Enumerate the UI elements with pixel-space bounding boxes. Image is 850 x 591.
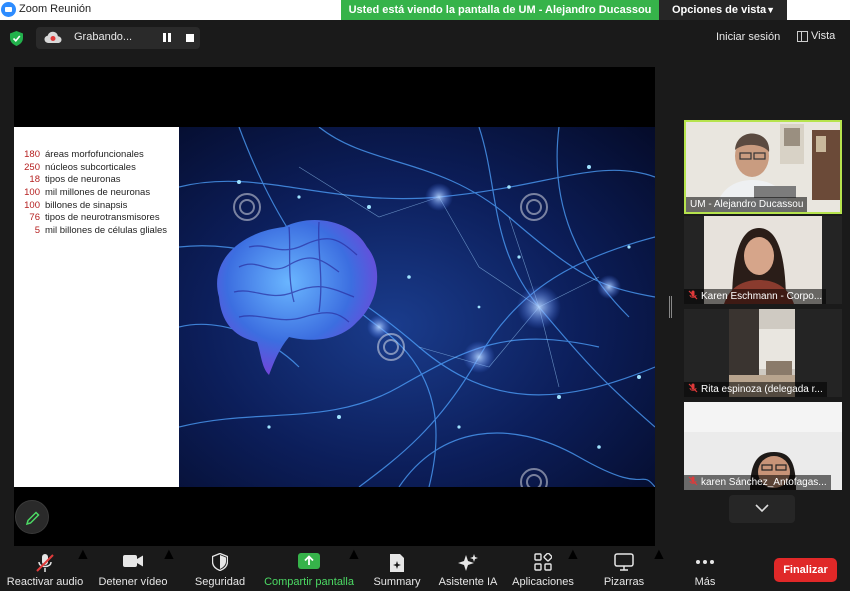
more-button[interactable]: Más: [680, 546, 730, 591]
video-options-caret[interactable]: ▲: [161, 546, 177, 591]
sign-in-button[interactable]: Iniciar sesión: [716, 31, 780, 43]
security-shield-icon: [212, 553, 228, 571]
meeting-top-bar: Grabando... Iniciar sesión Vista: [0, 20, 850, 56]
fact-text: núcleos subcorticales: [45, 161, 136, 173]
fact-number: 76: [29, 212, 40, 224]
fact-number: 250: [24, 161, 40, 173]
view-options-label: Opciones de vista: [672, 4, 767, 16]
participants-scroll-down-button[interactable]: [729, 495, 795, 523]
more-label: Más: [694, 576, 716, 588]
fact-item: 180 áreas morfofuncionales: [14, 149, 179, 162]
view-label: Vista: [811, 30, 836, 42]
share-screen-button[interactable]: Compartir pantalla: [258, 546, 360, 591]
apps-icon: [534, 553, 552, 571]
participant-tile[interactable]: Rita espinoza (delegada r...: [684, 309, 842, 397]
view-button[interactable]: Vista: [795, 30, 835, 42]
muted-mic-icon: [36, 554, 54, 572]
fact-text: mil billones de células gliales: [45, 225, 167, 237]
zoom-window: Zoom Reunión Usted está viendo la pantal…: [0, 0, 850, 591]
participant-name: Karen Eschmann - Corpo...: [684, 289, 827, 304]
video-camera-icon: [123, 555, 143, 567]
participant-tile[interactable]: karen Sánchez_Antofagas...: [684, 402, 842, 490]
shared-screen: 180 áreas morfofuncionales 250 núcleos sub…: [14, 67, 655, 547]
summary-button[interactable]: Summary: [366, 546, 428, 591]
more-dots-icon: [696, 560, 714, 564]
fact-text: tipos de neuronas: [45, 174, 121, 186]
fact-number: 180: [24, 149, 40, 160]
slide-facts-list: 180 áreas morfofuncionales 250 núcleos sub…: [14, 127, 179, 487]
cloud-record-icon: [44, 31, 62, 43]
zoom-logo-icon: [1, 2, 16, 17]
pencil-icon: [25, 511, 40, 526]
recording-label: Grabando...: [74, 31, 133, 43]
ai-companion-label: Asistente IA: [438, 576, 498, 588]
security-shield-icon[interactable]: [10, 31, 23, 46]
fact-number: 18: [29, 174, 40, 186]
fact-item: 5 mil billones de células gliales: [14, 225, 179, 238]
participant-tile[interactable]: UM - Alejandro Ducassou: [684, 120, 842, 214]
sparkle-icon: [458, 554, 478, 571]
share-screen-label: Compartir pantalla: [264, 576, 354, 588]
participant-name-text: Karen Eschmann - Corpo...: [701, 291, 823, 302]
participant-name: Rita espinoza (delegada r...: [684, 382, 827, 397]
security-button[interactable]: Seguridad: [188, 546, 252, 591]
participant-name-text: Rita espinoza (delegada r...: [701, 384, 823, 395]
whiteboards-options-caret[interactable]: ▲: [651, 546, 667, 591]
pause-recording-icon[interactable]: [162, 33, 172, 43]
unmute-label: Reactivar audio: [6, 576, 84, 588]
participant-name-text: karen Sánchez_Antofagas...: [701, 477, 827, 488]
fact-number: 5: [34, 225, 40, 237]
recording-indicator: Grabando...: [36, 27, 200, 49]
share-options-caret[interactable]: ▲: [346, 546, 362, 591]
share-screen-icon: [298, 553, 320, 569]
chevron-down-icon: ▼: [766, 5, 775, 15]
window-title: Zoom Reunión: [19, 3, 92, 15]
fact-item: 100 billones de sinapsis: [14, 200, 179, 213]
end-meeting-button[interactable]: Finalizar: [774, 558, 837, 582]
fact-item: 100 mil millones de neuronas: [14, 187, 179, 200]
participant-name: UM - Alejandro Ducassou: [686, 197, 808, 212]
meeting-toolbar: Reactivar audio ▲ Detener vídeo ▲ Seguri…: [0, 546, 850, 591]
fact-number: 100: [24, 199, 40, 211]
whiteboard-icon: [614, 553, 634, 571]
presentation-slide: 180 áreas morfofuncionales 250 núcleos sub…: [14, 127, 655, 487]
fact-text: áreas morfofuncionales: [45, 149, 144, 160]
fact-text: tipos de neurotransmisores: [45, 212, 160, 224]
apps-options-caret[interactable]: ▲: [565, 546, 581, 591]
muted-mic-icon: [688, 476, 698, 486]
grid-view-icon: [797, 31, 808, 42]
audio-options-caret[interactable]: ▲: [75, 546, 91, 591]
whiteboards-button[interactable]: Pizarras: [596, 546, 652, 591]
whiteboards-label: Pizarras: [603, 576, 645, 588]
title-bar: Zoom Reunión Usted está viendo la pantal…: [0, 0, 850, 20]
unmute-button[interactable]: Reactivar audio: [4, 546, 86, 591]
fact-item: 18 tipos de neuronas: [14, 174, 179, 187]
muted-mic-icon: [688, 383, 698, 393]
participant-tile[interactable]: Karen Eschmann - Corpo...: [684, 216, 842, 304]
ai-companion-button[interactable]: Asistente IA: [434, 546, 502, 591]
fact-item: 250 núcleos subcorticales: [14, 162, 179, 175]
view-options-button[interactable]: Opciones de vista ▼: [659, 0, 787, 20]
summary-icon: [390, 554, 404, 572]
muted-mic-icon: [688, 290, 698, 300]
stop-recording-icon[interactable]: [186, 34, 194, 42]
fact-text: mil millones de neuronas: [45, 187, 151, 199]
sharing-banner: Usted está viendo la pantalla de UM - Al…: [341, 0, 659, 20]
participant-name: karen Sánchez_Antofagas...: [684, 475, 831, 490]
fact-item: 76 tipos de neurotransmisores: [14, 212, 179, 225]
security-label: Seguridad: [194, 576, 246, 588]
fact-number: 100: [24, 187, 40, 199]
fact-text: billones de sinapsis: [45, 199, 128, 211]
annotate-button[interactable]: [15, 500, 49, 534]
chevron-down-icon: [755, 504, 769, 513]
summary-label: Summary: [373, 576, 421, 588]
panel-resize-handle[interactable]: [669, 296, 672, 318]
brain-neurons-image: [179, 127, 655, 487]
